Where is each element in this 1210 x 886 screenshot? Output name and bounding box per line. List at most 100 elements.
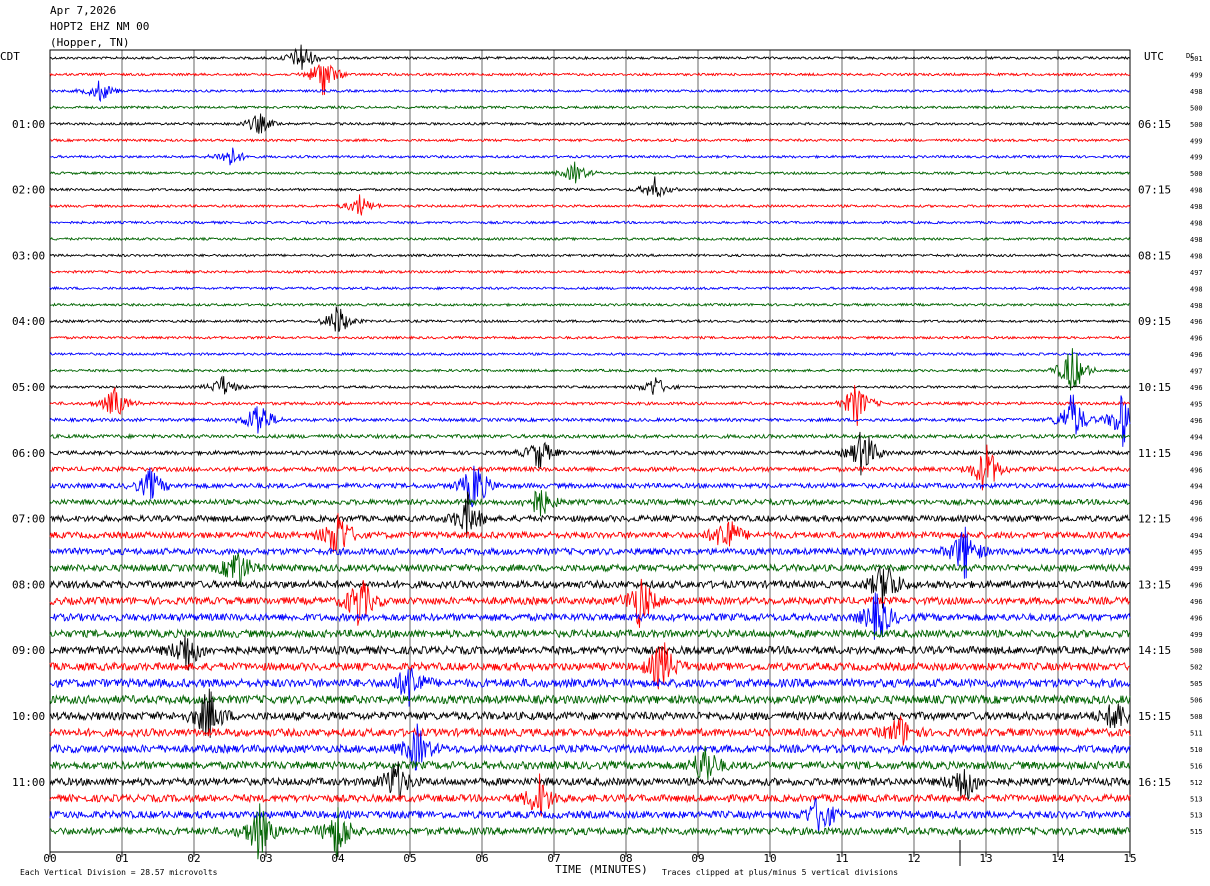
- dc-offset-label: 499: [1190, 565, 1203, 573]
- dc-offset-label: 513: [1190, 812, 1203, 820]
- x-tick-label: 14: [1051, 852, 1065, 865]
- seismic-trace: [49, 105, 1131, 110]
- left-hour-label: 11:00: [12, 776, 45, 789]
- right-hour-label: 16:15: [1138, 776, 1171, 789]
- seismic-trace: [49, 113, 1131, 134]
- dc-offset-label: 498: [1190, 187, 1203, 195]
- x-tick-label: 02: [187, 852, 200, 865]
- right-hour-label: 09:15: [1138, 315, 1171, 328]
- left-hour-label: 04:00: [12, 315, 45, 328]
- x-tick-label: 06: [475, 852, 488, 865]
- dc-offset-label: 515: [1190, 828, 1203, 836]
- dc-offset-label: 500: [1190, 170, 1203, 178]
- right-hour-label: 13:15: [1138, 578, 1171, 591]
- dc-offset-label: 494: [1190, 433, 1203, 441]
- seismic-trace: [49, 137, 1131, 143]
- dc-offset-label: 496: [1190, 335, 1203, 343]
- x-tick-label: 09: [691, 852, 704, 865]
- seismic-trace: [49, 302, 1131, 308]
- right-hour-label: 14:15: [1138, 644, 1171, 657]
- dc-offset-label: 494: [1190, 532, 1203, 540]
- seismic-trace: [49, 253, 1131, 258]
- seismic-trace: [49, 161, 1131, 184]
- left-hour-label: 02:00: [12, 184, 45, 197]
- right-hour-label: 15:15: [1138, 710, 1171, 723]
- axis-labels: 00 01 02 03 04 05 06 07 08 09 10 11 12 13 14 15 501 499 49…: [12, 55, 1203, 865]
- seismic-trace: [49, 628, 1131, 639]
- seismic-trace: [49, 351, 1131, 357]
- dc-offset-label: 496: [1190, 466, 1203, 474]
- dc-offset-label: 498: [1190, 252, 1203, 260]
- left-hour-label: 06:00: [12, 447, 45, 460]
- dc-offset-label: 508: [1190, 713, 1203, 721]
- dc-offset-label: 499: [1190, 71, 1203, 79]
- dc-offset-label: 498: [1190, 285, 1203, 293]
- seismic-trace: [49, 269, 1131, 275]
- right-hour-label: 12:15: [1138, 513, 1171, 526]
- x-tick-label: 05: [403, 852, 416, 865]
- x-tick-label: 04: [331, 852, 345, 865]
- right-hour-label: 08:15: [1138, 249, 1171, 262]
- right-timezone-label: UTC: [1144, 50, 1164, 63]
- left-hour-label: 07:00: [12, 513, 45, 526]
- seismic-trace: [49, 286, 1131, 291]
- trace-group: [49, 44, 1131, 860]
- dc-offset-label: 502: [1190, 664, 1203, 672]
- seismic-trace: [49, 176, 1131, 198]
- dc-offset-label: 505: [1190, 680, 1203, 688]
- seismic-trace: [49, 552, 1131, 586]
- seismic-trace: [49, 693, 1131, 706]
- left-hour-label: 05:00: [12, 381, 45, 394]
- dc-offset-label: 511: [1190, 729, 1203, 737]
- dc-offset-label: 500: [1190, 121, 1203, 129]
- right-hour-label: 10:15: [1138, 381, 1171, 394]
- dc-offset-label: 498: [1190, 203, 1203, 211]
- seismic-trace: [49, 236, 1131, 242]
- left-hour-label: 08:00: [12, 578, 45, 591]
- x-axis-label: TIME (MINUTES): [555, 863, 648, 876]
- seismic-trace: [49, 335, 1131, 341]
- x-tick-label: 07: [547, 852, 560, 865]
- x-tick-label: 00: [43, 852, 56, 865]
- dc-offset-label: 496: [1190, 516, 1203, 524]
- x-tick-label: 03: [259, 852, 272, 865]
- dc-offset-label: 495: [1190, 400, 1203, 408]
- dc-offset-label: 499: [1190, 154, 1203, 162]
- seismic-trace: [49, 80, 1131, 103]
- seismic-trace: [49, 797, 1131, 834]
- left-hour-label: 03:00: [12, 249, 45, 262]
- seismogram-plot: CDT UTC DC TIME (MINUTES) Each Vertical …: [0, 44, 1203, 877]
- right-hour-label: 07:15: [1138, 184, 1171, 197]
- x-tick-label: 13: [979, 852, 992, 865]
- dc-offset-label: 512: [1190, 779, 1203, 787]
- dc-offset-label: 513: [1190, 795, 1203, 803]
- dc-offset-label: 499: [1190, 631, 1203, 639]
- dc-offset-label: 498: [1190, 302, 1203, 310]
- dc-offset-label: 498: [1190, 220, 1203, 228]
- seismic-trace: [49, 194, 1131, 216]
- dc-offset-label: 496: [1190, 417, 1203, 425]
- x-tick-label: 10: [763, 852, 776, 865]
- left-timezone-label: CDT: [0, 50, 20, 63]
- seismic-trace: [49, 306, 1131, 332]
- seismic-trace: [49, 491, 1131, 538]
- dc-offset-label: 516: [1190, 762, 1203, 770]
- dc-offset-label: 496: [1190, 499, 1203, 507]
- dc-offset-label: 494: [1190, 483, 1203, 491]
- left-hour-label: 10:00: [12, 710, 45, 723]
- dc-offset-label: 500: [1190, 104, 1203, 112]
- seismic-trace: [49, 432, 1131, 440]
- dc-offset-label: 497: [1190, 368, 1203, 376]
- seismic-trace: [49, 667, 1131, 707]
- dc-offset-label: 497: [1190, 269, 1203, 277]
- left-hour-label: 01:00: [12, 118, 45, 131]
- dc-offset-label: 496: [1190, 614, 1203, 622]
- dc-offset-label: 495: [1190, 549, 1203, 557]
- right-hour-label: 06:15: [1138, 118, 1171, 131]
- dc-offset-label: 496: [1190, 450, 1203, 458]
- dc-offset-label: 510: [1190, 746, 1203, 754]
- scale-note: Each Vertical Division = 28.57 microvolt…: [20, 868, 218, 877]
- dc-offset-label: 501: [1190, 55, 1203, 63]
- seismic-trace: [49, 375, 1131, 395]
- seismic-trace: [49, 490, 1131, 517]
